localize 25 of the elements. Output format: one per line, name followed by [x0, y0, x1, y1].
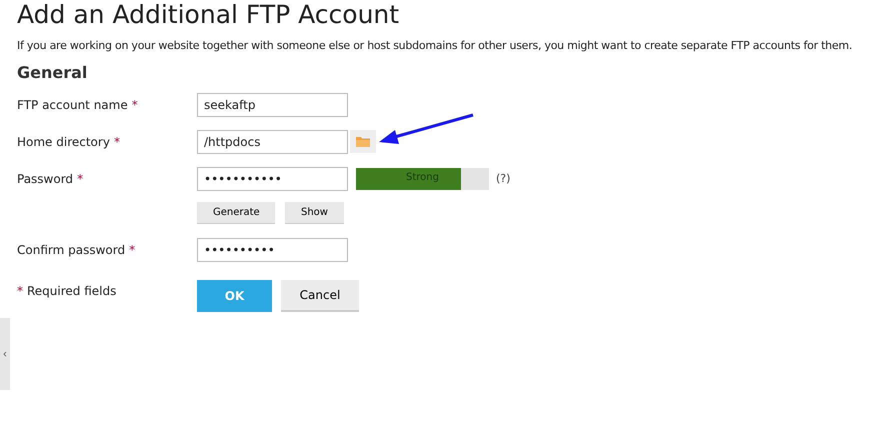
field-label: Password [17, 172, 74, 186]
cancel-button[interactable]: Cancel [281, 280, 359, 312]
required-mark: * [77, 172, 84, 186]
field-label: Confirm password [17, 242, 126, 256]
intro-text: If you are working on your website together with someone else or host subdomains for other users, you might want to create separate FTP accounts for them. [17, 39, 854, 52]
help-link[interactable]: (?) [496, 172, 510, 185]
input-field[interactable]: seekaftp [197, 92, 348, 116]
field-label: FTP account name [17, 98, 128, 112]
sidebar-toggle[interactable]: ‹ [0, 318, 10, 390]
input-field[interactable]: •••••••••• [197, 238, 348, 262]
required-mark: * [17, 284, 23, 298]
required-mark: * [114, 134, 120, 148]
password-action-button[interactable]: Show [285, 202, 344, 224]
required-mark: * [132, 98, 138, 112]
password-field[interactable]: ••••••••••• [197, 166, 348, 190]
required-note: Required fields [27, 284, 116, 298]
folder-icon [356, 136, 370, 147]
password-action-button[interactable]: Generate [197, 202, 275, 224]
input-field[interactable]: /httpdocs [197, 130, 348, 154]
browse-button[interactable] [350, 130, 376, 153]
strength-label: Strong [405, 172, 440, 182]
field-label: Home directory [17, 134, 110, 148]
page-title: Add an Additional FTP Account [17, 0, 400, 30]
required-mark: * [129, 242, 136, 256]
section-heading: General [17, 63, 88, 82]
